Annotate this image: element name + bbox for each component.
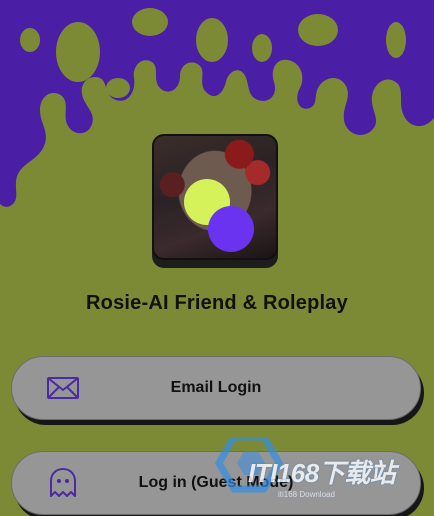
guest-login-button[interactable]: Log in (Guest Mode) xyxy=(11,451,421,515)
app-logo-image xyxy=(152,134,278,260)
logo-purple-dot xyxy=(208,206,254,252)
guest-login-label: Log in (Guest Mode) xyxy=(138,474,294,491)
app-title: Rosie-AI Friend & Roleplay xyxy=(86,292,348,314)
app-logo xyxy=(152,134,280,268)
email-login-label: Email Login xyxy=(170,379,262,396)
email-login-button[interactable]: Email Login xyxy=(11,356,421,420)
